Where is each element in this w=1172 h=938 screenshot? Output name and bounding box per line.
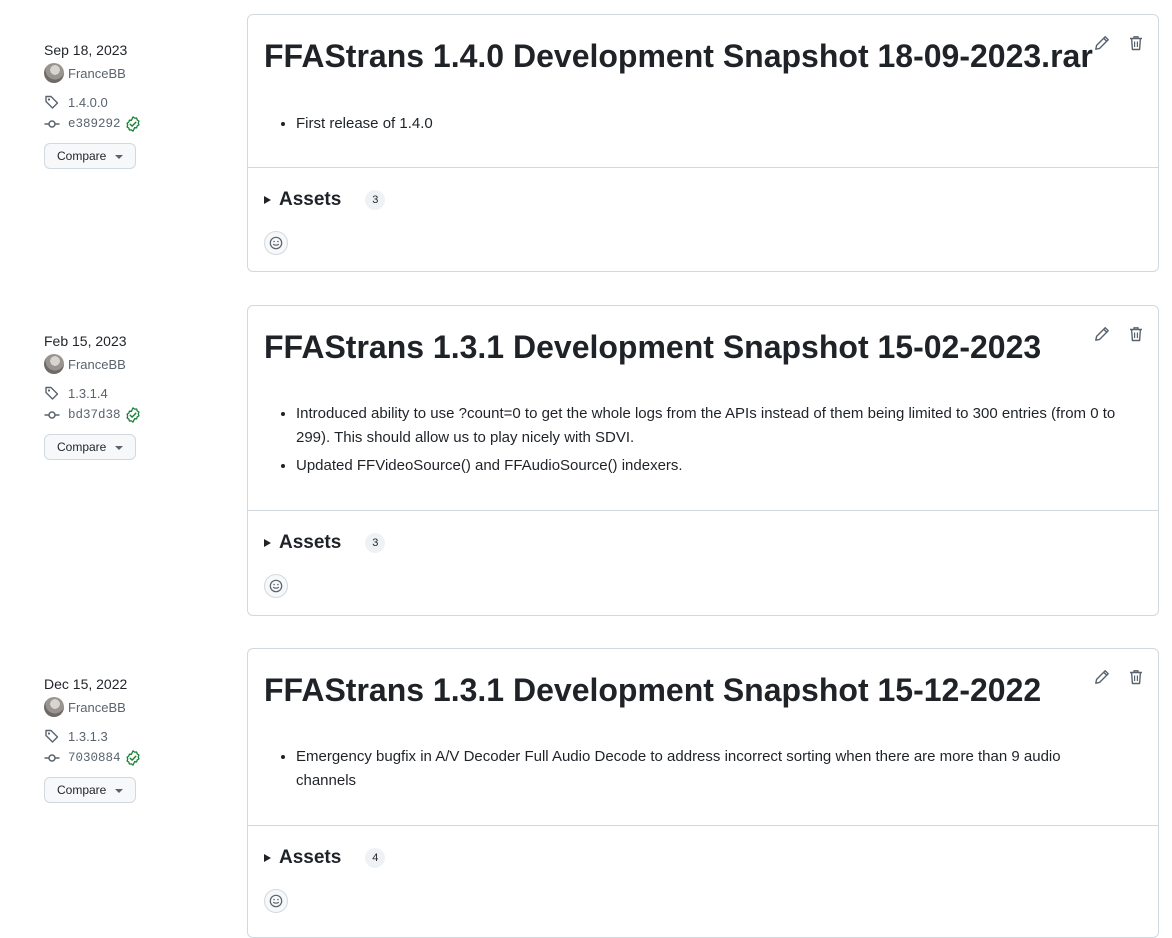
release-date: Sep 18, 2023 <box>44 42 128 58</box>
disclosure-triangle-icon <box>264 196 271 204</box>
release-note: Emergency bugfix in A/V Decoder Full Aud… <box>296 745 1118 793</box>
trash-icon[interactable] <box>1128 326 1144 342</box>
assets-count-badge: 3 <box>365 533 386 553</box>
commit-hash[interactable]: bd37d38 <box>68 408 121 422</box>
pencil-icon[interactable] <box>1094 669 1110 685</box>
release-actions <box>1094 669 1144 685</box>
release-date: Feb 15, 2023 <box>44 333 127 349</box>
tag-name[interactable]: 1.3.1.4 <box>68 386 108 401</box>
release-commit[interactable]: 7030884 <box>44 749 141 767</box>
tag-name[interactable]: 1.4.0.0 <box>68 95 108 110</box>
pencil-icon[interactable] <box>1094 326 1110 342</box>
chevron-down-icon <box>115 789 123 793</box>
add-reaction-button[interactable] <box>264 574 288 598</box>
smiley-icon <box>269 579 283 593</box>
release-author[interactable]: FranceBB <box>44 697 126 717</box>
trash-icon[interactable] <box>1128 35 1144 51</box>
disclosure-triangle-icon <box>264 854 271 862</box>
add-reaction-button[interactable] <box>264 231 288 255</box>
commit-hash[interactable]: 7030884 <box>68 751 121 765</box>
divider <box>248 825 1158 826</box>
commit-hash[interactable]: e389292 <box>68 117 121 131</box>
author-name[interactable]: FranceBB <box>68 357 126 372</box>
compare-button[interactable]: Compare <box>44 434 136 460</box>
author-name[interactable]: FranceBB <box>68 700 126 715</box>
compare-label: Compare <box>57 783 107 797</box>
author-name[interactable]: FranceBB <box>68 66 126 81</box>
release-title[interactable]: FFAStrans 1.3.1 Development Snapshot 15-… <box>264 669 1041 711</box>
smiley-icon <box>269 236 283 250</box>
smiley-icon <box>269 894 283 908</box>
tag-icon <box>45 386 59 400</box>
release-actions <box>1094 35 1144 51</box>
release-date: Dec 15, 2022 <box>44 676 128 692</box>
release-author[interactable]: FranceBB <box>44 63 126 83</box>
git-commit-icon <box>44 411 60 419</box>
assets-label: Assets <box>279 189 342 210</box>
tag-name[interactable]: 1.3.1.3 <box>68 729 108 744</box>
compare-button[interactable]: Compare <box>44 143 136 169</box>
disclosure-triangle-icon <box>264 539 271 547</box>
release-actions <box>1094 326 1144 342</box>
git-commit-icon <box>44 120 60 128</box>
verified-check-icon[interactable] <box>125 407 141 423</box>
assets-label: Assets <box>279 847 342 868</box>
verified-check-icon[interactable] <box>125 750 141 766</box>
divider <box>248 510 1158 511</box>
assets-count-badge: 3 <box>365 190 386 210</box>
release-card: FFAStrans 1.4.0 Development Snapshot 18-… <box>247 14 1159 272</box>
release-notes: Introduced ability to use ?count=0 to ge… <box>296 402 1118 482</box>
release-card: FFAStrans 1.3.1 Development Snapshot 15-… <box>247 305 1159 616</box>
release-card: FFAStrans 1.3.1 Development Snapshot 15-… <box>247 648 1159 938</box>
avatar[interactable] <box>44 63 64 83</box>
tag-icon <box>45 729 59 743</box>
chevron-down-icon <box>115 446 123 450</box>
release-title[interactable]: FFAStrans 1.3.1 Development Snapshot 15-… <box>264 326 1041 368</box>
release-notes: First release of 1.4.0 <box>296 112 1118 140</box>
assets-count-badge: 4 <box>365 848 386 868</box>
release-author[interactable]: FranceBB <box>44 354 126 374</box>
release-commit[interactable]: e389292 <box>44 115 141 133</box>
chevron-down-icon <box>115 155 123 159</box>
release-tag[interactable]: 1.3.1.3 <box>44 727 108 745</box>
verified-check-icon[interactable] <box>125 116 141 132</box>
tag-icon <box>45 95 59 109</box>
assets-toggle[interactable]: Assets 3 <box>264 189 386 211</box>
release-notes: Emergency bugfix in A/V Decoder Full Aud… <box>296 745 1118 797</box>
assets-toggle[interactable]: Assets 3 <box>264 532 386 554</box>
release-title[interactable]: FFAStrans 1.4.0 Development Snapshot 18-… <box>264 35 1093 77</box>
assets-label: Assets <box>279 532 342 553</box>
release-note: Introduced ability to use ?count=0 to ge… <box>296 402 1118 450</box>
add-reaction-button[interactable] <box>264 889 288 913</box>
compare-label: Compare <box>57 440 107 454</box>
release-tag[interactable]: 1.3.1.4 <box>44 384 108 402</box>
release-note: Updated FFVideoSource() and FFAudioSourc… <box>296 454 1118 478</box>
divider <box>248 167 1158 168</box>
pencil-icon[interactable] <box>1094 35 1110 51</box>
compare-button[interactable]: Compare <box>44 777 136 803</box>
release-note: First release of 1.4.0 <box>296 112 1118 136</box>
avatar[interactable] <box>44 354 64 374</box>
avatar[interactable] <box>44 697 64 717</box>
release-tag[interactable]: 1.4.0.0 <box>44 93 108 111</box>
trash-icon[interactable] <box>1128 669 1144 685</box>
git-commit-icon <box>44 754 60 762</box>
compare-label: Compare <box>57 149 107 163</box>
release-commit[interactable]: bd37d38 <box>44 406 141 424</box>
assets-toggle[interactable]: Assets 4 <box>264 847 386 869</box>
